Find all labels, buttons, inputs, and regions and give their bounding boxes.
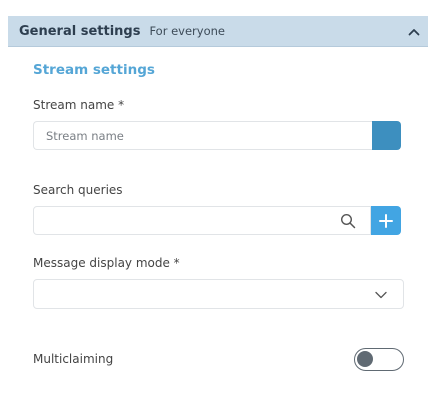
- stream-name-label: Stream name *: [33, 98, 125, 112]
- section-title: Stream settings: [33, 62, 155, 78]
- search-queries-field[interactable]: [33, 206, 371, 235]
- plus-icon: [379, 213, 393, 228]
- message-display-mode-select[interactable]: [33, 279, 404, 309]
- multiclaiming-label: Multiclaiming: [33, 352, 114, 366]
- chevron-down-icon: [375, 291, 387, 299]
- search-queries-input[interactable]: [34, 207, 348, 234]
- stream-color-picker[interactable]: [372, 121, 401, 150]
- search-icon[interactable]: [340, 213, 356, 229]
- general-settings-header[interactable]: General settings For everyone: [8, 16, 428, 47]
- chevron-up-icon: [408, 29, 420, 36]
- panel-title: General settings: [19, 23, 141, 39]
- stream-name-input[interactable]: [33, 121, 373, 150]
- search-queries-label: Search queries: [33, 183, 123, 197]
- toggle-knob: [357, 351, 373, 367]
- message-display-mode-label: Message display mode *: [33, 256, 180, 270]
- panel-subtitle: For everyone: [149, 24, 225, 38]
- collapse-button[interactable]: [406, 24, 422, 40]
- add-query-button[interactable]: [371, 206, 401, 235]
- multiclaiming-toggle[interactable]: [354, 348, 404, 371]
